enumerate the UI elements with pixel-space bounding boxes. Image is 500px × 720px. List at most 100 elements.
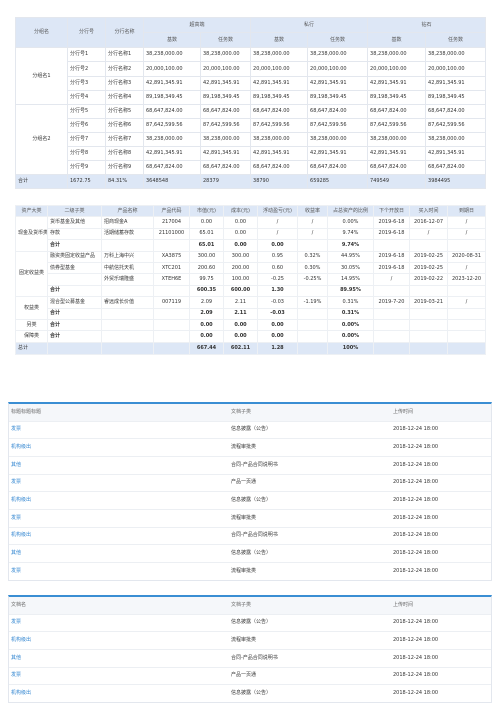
document-name-link[interactable]: 发票: [9, 473, 229, 492]
asset-cell: 14.95%: [327, 273, 374, 286]
asset-cell: 2020-08-31: [447, 250, 486, 263]
branch-name-cell: 分行名称6: [105, 117, 144, 133]
subtotal-row: 合计 2.09 2.11 -0.03 0.31%: [16, 307, 486, 320]
asset-row: 现金及货币类 货币基金及其他 招商现金A 217004 0.00 0.00//0.00% 2…: [15, 216, 486, 252]
asset-cell: 0.00: [189, 318, 224, 332]
document-table-header: 标题标题标题 文档子类 上传时间: [9, 404, 491, 421]
asset-cell: /: [409, 227, 448, 241]
document-subtype: 合同-产品合同说明书: [229, 648, 391, 668]
branch-name-cell: 分行名称7: [105, 131, 144, 148]
asset-cell: [447, 239, 486, 252]
asset-total-cell: 100%: [327, 341, 374, 355]
asset-cell: 0.00%: [327, 318, 374, 332]
branch-name-cell: 分行名称1: [105, 47, 144, 63]
document-name-link[interactable]: 其他: [9, 455, 229, 475]
upload-time: 2018-12-24 18:00: [391, 648, 491, 668]
asset-cell: 2.09: [189, 307, 224, 320]
asset-cell: [373, 239, 410, 252]
document-name-link[interactable]: 发票: [9, 508, 229, 528]
amount-cell: 68,647,824.00: [307, 103, 369, 119]
asset-total-cell: 总计: [15, 341, 48, 355]
asset-cell: 65.01: [189, 239, 224, 252]
total-label: 合计: [15, 174, 68, 190]
asset-row: 权益类 混合型公募基金 睿远成长价值 007119 2.09 2.11 -0.03 -1.19…: [15, 296, 486, 320]
asset-cell: [297, 284, 328, 298]
asset-cell: [101, 284, 154, 298]
amount-cell: 42,891,345.91: [250, 75, 309, 91]
upload-time: 2018-12-24 18:00: [391, 666, 491, 685]
document-name-link[interactable]: 机构级出: [9, 631, 229, 650]
asset-cell: [447, 318, 486, 332]
document-name-link[interactable]: 发票: [9, 666, 229, 685]
asset-cell: 活期储蓄存款: [101, 227, 154, 241]
document-name-link[interactable]: 发票: [9, 613, 229, 632]
document-name-link[interactable]: 机构级出: [9, 438, 229, 457]
asset-row: 存款 活期储蓄存款 21101000 65.01 0.00//9.74% 2019-6-1…: [16, 227, 486, 241]
document-name-link[interactable]: 机构级出: [9, 684, 229, 703]
upload-time: 2018-12-24 18:00: [391, 455, 491, 475]
amount-cell: 20,000,100.00: [425, 61, 487, 77]
document-name-link[interactable]: 机构级出: [9, 526, 229, 545]
asset-cell: 217004: [153, 216, 190, 229]
asset-cell: [447, 330, 486, 343]
asset-column-header: 买入时间: [409, 204, 448, 218]
document-name-link[interactable]: 其他: [9, 544, 229, 563]
asset-cell: /: [447, 261, 486, 275]
asset-cell: 0.00: [257, 239, 298, 252]
upload-time: 2018-12-24 18:00: [391, 684, 491, 703]
document-name-link[interactable]: 发票: [9, 420, 229, 439]
asset-column-header: 市值(元): [189, 204, 224, 218]
asset-column-header: 成本(元): [223, 204, 258, 218]
asset-cell: 2.11: [223, 307, 258, 320]
branch-row: 分行号7 分行名称7 38,238,000.00 38,238,000.00 38,23…: [16, 131, 487, 148]
document-subtype: 合同-产品合同说明书: [229, 526, 391, 545]
document-name-link[interactable]: 发票: [9, 562, 229, 581]
asset-cell: [153, 239, 190, 252]
amount-cell: 68,647,824.00: [199, 160, 252, 176]
amount-cell: 68,647,824.00: [143, 103, 201, 119]
asset-cell: 2019-02-22: [409, 273, 448, 286]
asset-cell: 2019-03-21: [409, 296, 448, 309]
amount-cell: 87,642,599.56: [307, 117, 369, 133]
amount-cell: 87,642,599.56: [250, 117, 309, 133]
amount-cell: 38,238,000.00: [199, 47, 252, 63]
col-branch-name: 分行名称: [105, 16, 144, 49]
document-name-link[interactable]: 其他: [9, 648, 229, 668]
document-column-header: 文档子类: [229, 597, 391, 614]
amount-cell: 38,238,000.00: [143, 47, 201, 63]
asset-cell: -0.25%: [297, 273, 328, 286]
asset-cell: [409, 307, 448, 320]
amount-cell: 42,891,345.91: [250, 146, 309, 162]
document-name-link[interactable]: 机构级出: [9, 491, 229, 510]
asset-cell: [373, 330, 410, 343]
asset-cell: [47, 273, 102, 286]
asset-cell: 0.00: [189, 216, 224, 229]
amount-cell: 68,647,824.00: [425, 160, 487, 176]
asset-cell: /: [447, 216, 486, 229]
asset-allocation-table: 资产大类 二级子类 产品名称 产品代码 市值(元) 成本(元) 浮动盈亏(元) 收益率 占总资产…: [15, 204, 486, 355]
document-table-header: 文档名 文档子类 上传时间: [9, 597, 491, 614]
col-group-ultra-high: 超高端: [142, 16, 252, 34]
total-row: 合计 1672.75 84.31% 3648548 28379 38790 659285 74…: [15, 174, 487, 190]
branch-no-cell: 分行号6: [67, 117, 106, 133]
asset-cell: [153, 330, 190, 343]
branch-row: 分组名1 分行号1 分行名称1 38,238,000.00 38,238,000.00 3…: [15, 47, 487, 105]
asset-cell: [409, 284, 448, 298]
document-subtype: 合同-产品合同说明书: [229, 455, 391, 475]
upload-time: 2018-12-24 18:00: [391, 473, 491, 492]
asset-table-body: 现金及货币类 货币基金及其他 招商现金A 217004 0.00 0.00//0.00% 2…: [15, 216, 486, 343]
amount-cell: 42,891,345.91: [199, 75, 252, 91]
amount-cell: 87,642,599.56: [425, 117, 487, 133]
group-name-cell: 分组名2: [15, 103, 68, 176]
upload-time: 2018-12-24 18:00: [391, 420, 491, 439]
asset-cell: 混合型公募基金: [47, 296, 102, 309]
amount-cell: 38,238,000.00: [250, 47, 309, 63]
asset-cell: 债券型基金: [47, 261, 102, 275]
col-base: 基数: [367, 32, 427, 49]
asset-cell: -0.03: [257, 307, 298, 320]
asset-total-cell: [447, 341, 486, 355]
document-row: 机构级出 流程审批类 2018-12-24 18:00: [9, 438, 491, 457]
branch-summary-body: 分组名1 分行号1 分行名称1 38,238,000.00 38,238,000.00 3…: [15, 47, 487, 176]
amount-cell: 42,891,345.91: [307, 146, 369, 162]
amount-cell: 20,000,100.00: [367, 61, 427, 77]
